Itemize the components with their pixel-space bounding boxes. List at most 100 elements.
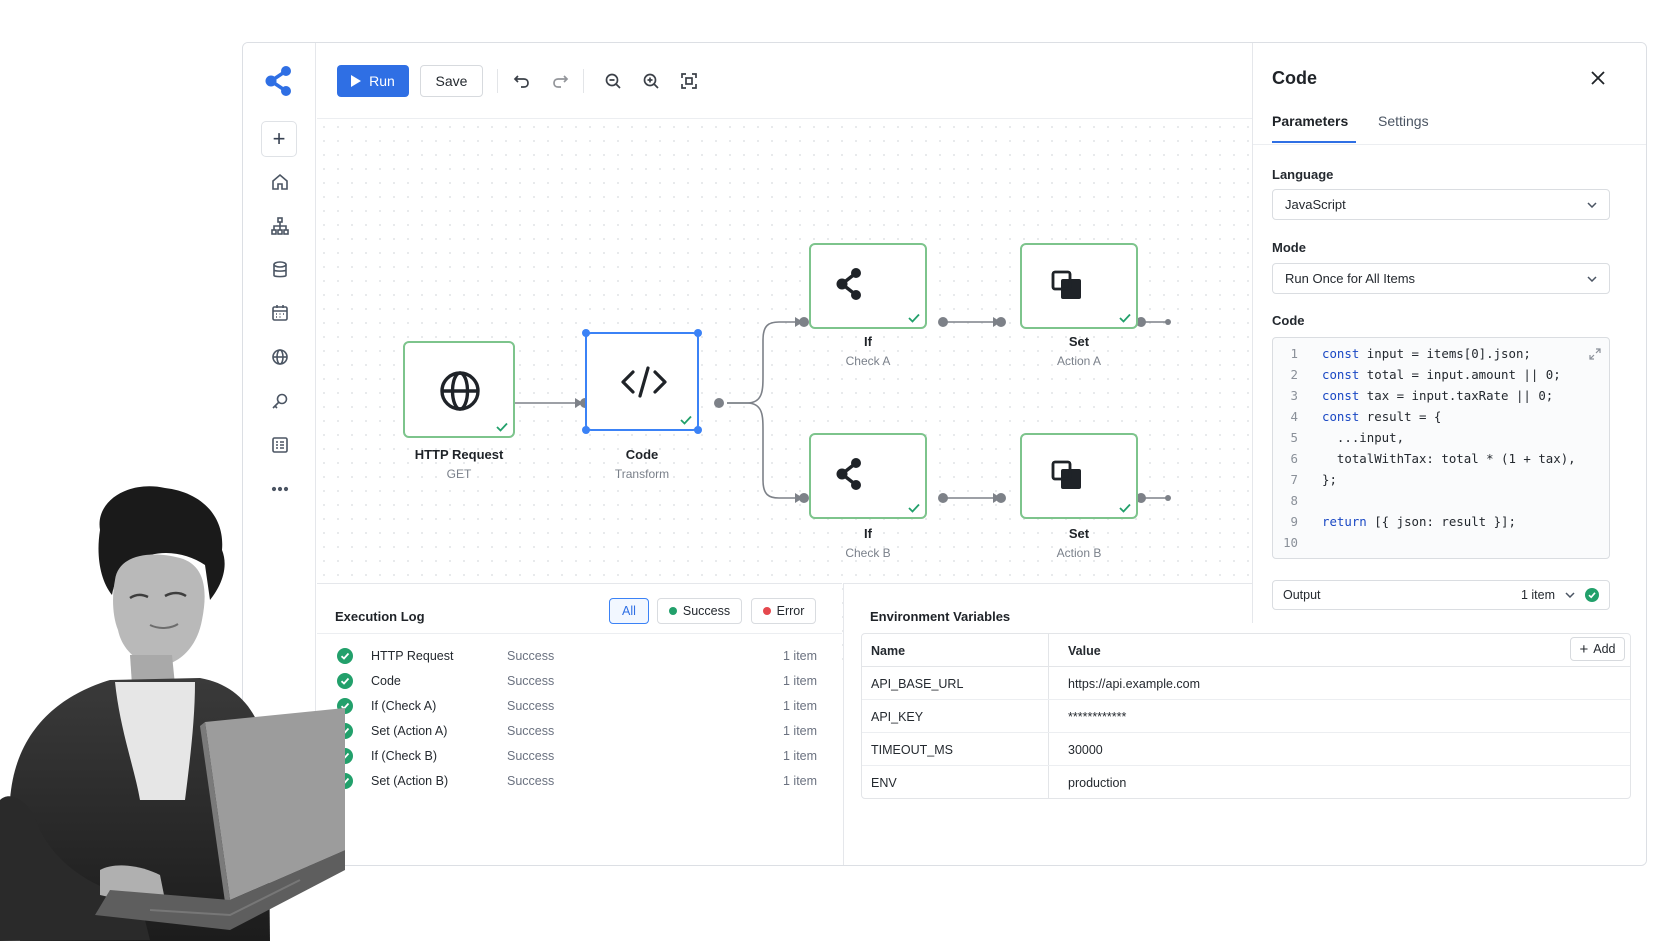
code-keyword: return (1322, 514, 1367, 529)
output-bar[interactable]: Output 1 item (1272, 580, 1610, 610)
undo-icon (513, 75, 529, 88)
code-editor[interactable]: 1 const input = items[0].json; 2 const tot… (1272, 337, 1610, 559)
env-key: ENV (871, 776, 897, 790)
log-node-name: Set (Action A) (371, 724, 448, 738)
log-row[interactable]: Code Success 1 item (317, 670, 842, 694)
tab-parameters[interactable]: Parameters (1272, 113, 1356, 143)
sidebar-item-logs[interactable] (243, 431, 316, 459)
sidebar-item-web[interactable] (243, 343, 316, 371)
line-number: 2 (1290, 367, 1298, 382)
env-value: production (1068, 776, 1127, 790)
log-row[interactable]: If (Check B) Success 1 item (317, 745, 842, 769)
node-set-action-b[interactable] (1020, 433, 1138, 519)
node-http-request[interactable] (403, 341, 515, 438)
node-title: If (864, 526, 872, 541)
filter-label: All (622, 604, 636, 618)
line-number: 4 (1290, 409, 1298, 424)
node-title: HTTP Request (414, 447, 504, 462)
env-title: Environment Variables (870, 609, 1011, 624)
zoom-out-icon (605, 73, 621, 89)
log-row[interactable]: Set (Action A) Success 1 item (317, 720, 842, 744)
resize-handle[interactable] (582, 329, 590, 337)
log-row[interactable]: If (Check A) Success 1 item (317, 695, 842, 719)
filter-error-button[interactable]: Error (751, 598, 816, 624)
line-number: 5 (1290, 430, 1298, 445)
node-set-action-a[interactable] (1020, 243, 1138, 329)
language-label: Language (1272, 167, 1334, 182)
log-row[interactable]: HTTP Request Success 1 item (317, 645, 842, 669)
save-button[interactable]: Save (420, 65, 483, 97)
language-select[interactable]: JavaScript (1272, 189, 1610, 220)
env-table-header: Name Value + Add (862, 634, 1630, 667)
code-text: }; (1322, 472, 1337, 487)
redo-button[interactable] (549, 70, 571, 92)
node-subtitle: Check B (845, 546, 891, 560)
line-number: 8 (1290, 493, 1298, 508)
code-text: total = input.amount || 0; (1359, 367, 1561, 382)
log-node-name: Code (371, 674, 401, 688)
fit-screen-icon (681, 73, 697, 89)
layers-icon (1051, 460, 1081, 489)
check-icon (680, 415, 692, 425)
panel-title: Code (1272, 68, 1317, 88)
run-label: Run (369, 73, 395, 89)
log-node-name: If (Check B) (371, 749, 437, 763)
check-icon (1119, 313, 1131, 323)
tab-settings[interactable]: Settings (1378, 113, 1429, 143)
success-check-icon (1585, 588, 1599, 602)
filter-all-button[interactable]: All (609, 598, 649, 624)
zoom-in-button[interactable] (640, 70, 662, 92)
close-icon[interactable] (1589, 69, 1607, 87)
logo-icon (265, 66, 291, 96)
line-number: 1 (1290, 346, 1298, 361)
fit-view-button[interactable] (678, 70, 700, 92)
run-button[interactable]: Run (337, 65, 409, 97)
language-value: JavaScript (1285, 197, 1346, 212)
log-item-count: 1 item (783, 774, 818, 788)
code-keyword: const (1322, 367, 1360, 382)
add-variable-button[interactable]: + Add (1570, 637, 1625, 661)
workflow-canvas[interactable]: HTTP Request GET Code Transform If Check… (317, 120, 1252, 660)
env-value: ************ (1068, 710, 1127, 724)
env-col-name: Name (871, 644, 906, 658)
mode-label: Mode (1272, 240, 1306, 255)
resize-handle[interactable] (694, 426, 702, 434)
env-row[interactable]: API_BASE_URL https://api.example.com (862, 667, 1630, 700)
undo-button[interactable] (511, 70, 533, 92)
filter-success-button[interactable]: Success (657, 598, 742, 624)
env-row[interactable]: ENV production (862, 766, 1630, 798)
expand-icon[interactable] (1589, 348, 1601, 360)
env-table: Name Value + Add API_BASE_URL https://ap… (861, 633, 1631, 799)
log-node-name: If (Check A) (371, 699, 437, 713)
sidebar-item-home[interactable] (243, 168, 316, 196)
mode-select[interactable]: Run Once for All Items (1272, 263, 1610, 294)
env-col-value: Value (1068, 644, 1101, 658)
node-title: Set (1068, 334, 1090, 349)
globe-icon (440, 371, 480, 411)
resize-handle[interactable] (694, 329, 702, 337)
log-node-name: HTTP Request (371, 649, 454, 663)
node-if-check-b[interactable] (809, 433, 927, 519)
env-row[interactable]: API_KEY ************ (862, 700, 1630, 733)
sidebar-item-workflows[interactable] (243, 212, 316, 240)
check-icon (1119, 503, 1131, 513)
calendar-icon (271, 305, 288, 321)
code-text: input = items[0].json; (1359, 346, 1531, 361)
hierarchy-icon (270, 217, 289, 235)
add-node-button[interactable]: + (261, 121, 297, 157)
resize-handle[interactable] (582, 426, 590, 434)
sidebar-item-credentials[interactable] (243, 387, 316, 415)
filter-label: Success (682, 604, 731, 618)
log-status: Success (507, 649, 555, 663)
filter-label: Error (776, 604, 805, 618)
sidebar-item-calendar[interactable] (243, 299, 316, 327)
log-row[interactable]: Set (Action B) Success 1 item (317, 770, 842, 794)
env-row[interactable]: TIMEOUT_MS 30000 (862, 733, 1630, 766)
node-subtitle: Action B (1056, 546, 1102, 560)
mode-value: Run Once for All Items (1285, 271, 1416, 286)
zoom-out-button[interactable] (602, 70, 624, 92)
sidebar-item-database[interactable] (243, 256, 316, 284)
node-if-check-a[interactable] (809, 243, 927, 329)
node-code[interactable] (582, 329, 702, 434)
log-status: Success (507, 774, 555, 788)
